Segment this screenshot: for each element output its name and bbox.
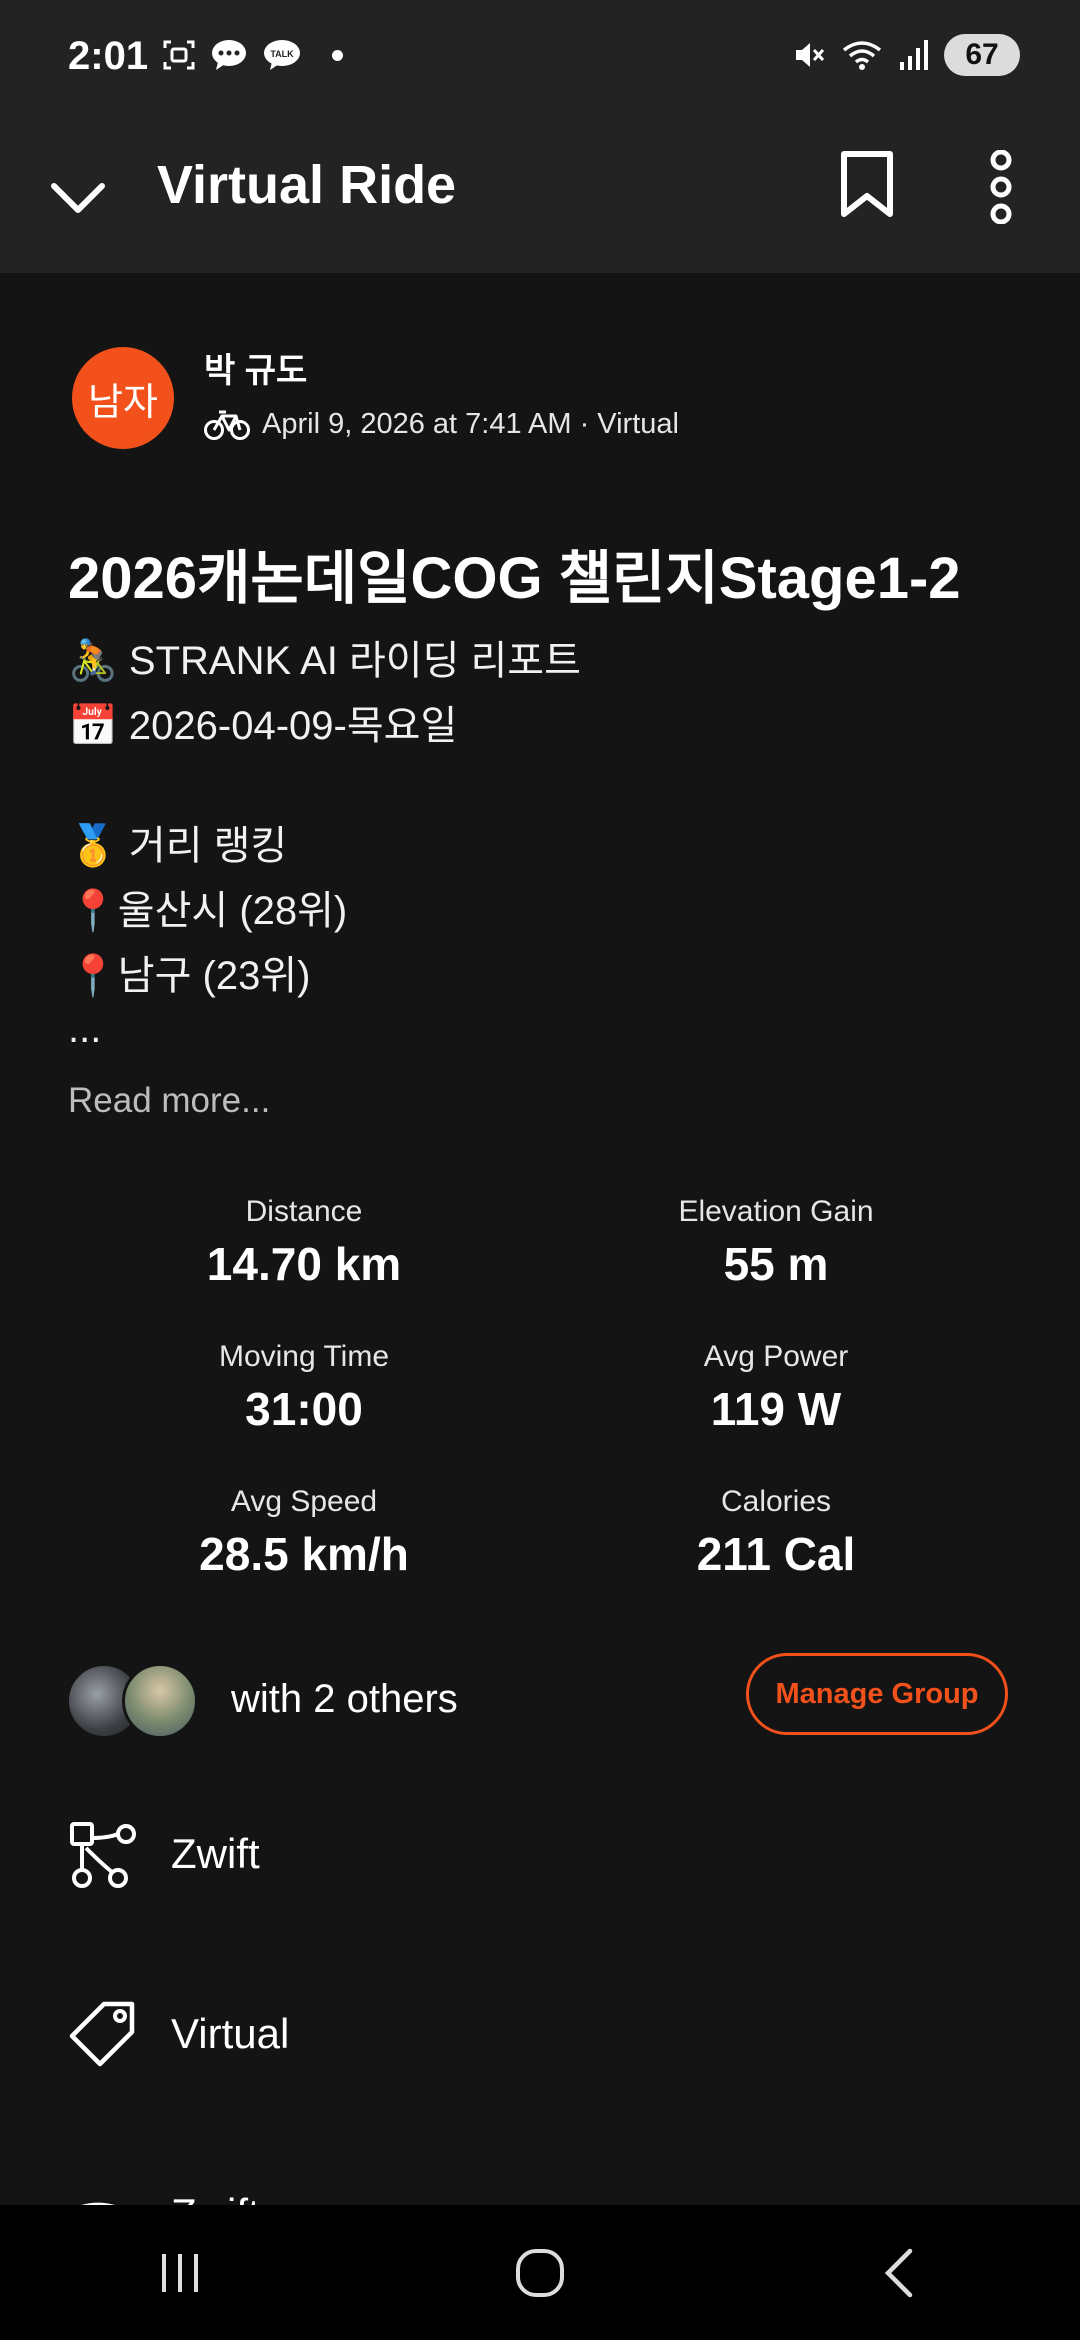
- list-item-label: Virtual: [171, 2010, 290, 2057]
- collapse-button[interactable]: [48, 168, 108, 233]
- wifi-icon: [842, 41, 882, 70]
- stat-calories: Calories 211 Cal: [566, 1485, 986, 1581]
- stat-label: Distance: [245, 1195, 363, 1228]
- stat-label: Avg Power: [703, 1340, 849, 1373]
- stat-value: 14.70 km: [206, 1238, 402, 1290]
- stat-label: Calories: [720, 1485, 832, 1518]
- description-line: ...: [68, 1007, 102, 1051]
- bicycle-icon: [204, 410, 250, 440]
- description-line: 📍남구 (23위): [68, 954, 311, 998]
- stat-value: 28.5 km/h: [199, 1528, 409, 1580]
- stat-value: 31:00: [245, 1383, 363, 1435]
- chat-bubble-icon: [212, 40, 246, 70]
- more-notifications-dot-icon: [332, 49, 343, 61]
- description-line: [68, 759, 581, 814]
- mute-icon: [796, 43, 825, 67]
- stat-value: 119 W: [710, 1383, 842, 1435]
- battery-indicator: 67: [944, 34, 1020, 76]
- activity-meta: April 9, 2026 at 7:41 AM · Virtual: [204, 407, 679, 441]
- kakaotalk-icon: TALK: [264, 40, 300, 70]
- bookmark-icon: [841, 151, 893, 217]
- more-options-button[interactable]: [986, 149, 1016, 229]
- activity-title: 2026캐논데일COG 챌린지Stage1-2: [68, 546, 961, 611]
- list-item-device[interactable]: Zwift: [0, 1800, 1080, 1910]
- chevron-down-icon: [51, 183, 105, 213]
- stat-elevation-gain: Elevation Gain 55 m: [566, 1195, 986, 1291]
- system-icons: 67: [792, 34, 1020, 76]
- system-navigation-bar: [0, 2205, 1080, 2340]
- more-vertical-icon: [990, 149, 1012, 225]
- list-item-source[interactable]: Zwift: [0, 2160, 1080, 2205]
- page-title: Virtual Ride: [157, 155, 457, 215]
- athlete-name[interactable]: 박 규도: [204, 343, 307, 392]
- group-members-text[interactable]: with 2 others: [231, 1677, 458, 1722]
- stat-value: 55 m: [723, 1238, 829, 1290]
- description-line: 📅 2026-04-09-목요일: [68, 704, 458, 748]
- activity-date: April 9, 2026 at 7:41 AM · Virtual: [262, 407, 679, 440]
- cell-signal-icon: [900, 40, 928, 70]
- manage-group-button[interactable]: Manage Group: [746, 1653, 1008, 1735]
- athlete-avatar[interactable]: 남자: [72, 347, 174, 449]
- back-icon[interactable]: [870, 2243, 930, 2303]
- notification-icons: TALK: [162, 38, 343, 72]
- app-bar: Virtual Ride: [0, 120, 1080, 273]
- description-line: 📍울산시 (28위): [68, 889, 348, 933]
- stat-label: Avg Speed: [230, 1485, 378, 1518]
- screenshot-icon: [163, 40, 195, 70]
- stat-distance: Distance 14.70 km: [94, 1195, 514, 1291]
- group-activity-row: with 2 others Manage Group: [0, 1647, 1080, 1755]
- tag-icon: [69, 2001, 135, 2067]
- description-line: 🥇 거리 랭킹: [68, 824, 288, 868]
- stat-value: 211 Cal: [696, 1528, 856, 1580]
- status-bar: 2:01 TALK 67: [0, 0, 1080, 120]
- svg-text:TALK: TALK: [270, 49, 294, 59]
- stat-label: Moving Time: [218, 1340, 390, 1373]
- stat-label: Elevation Gain: [678, 1195, 874, 1228]
- group-member-avatar[interactable]: [122, 1663, 198, 1739]
- home-icon[interactable]: [510, 2243, 570, 2303]
- read-more-link[interactable]: Read more...: [68, 1081, 270, 1121]
- signal-icon: [81, 2202, 115, 2205]
- route-icon: [70, 1822, 136, 1888]
- description-line: 🚴 STRANK AI 라이딩 리포트: [68, 639, 581, 683]
- list-item-label: Zwift: [171, 2190, 260, 2205]
- recent-apps-icon[interactable]: [150, 2248, 210, 2298]
- list-item-tag[interactable]: Virtual: [0, 1980, 1080, 2090]
- status-time: 2:01: [68, 34, 149, 78]
- bookmark-button[interactable]: [838, 150, 896, 225]
- list-item-label: Zwift: [171, 1830, 260, 1877]
- stat-avg-speed: Avg Speed 28.5 km/h: [94, 1485, 514, 1581]
- stat-moving-time: Moving Time 31:00: [94, 1340, 514, 1436]
- stat-avg-power: Avg Power 119 W: [566, 1340, 986, 1436]
- activity-description: 🚴 STRANK AI 라이딩 리포트 📅 2026-04-09-목요일 🥇 거…: [68, 629, 581, 1049]
